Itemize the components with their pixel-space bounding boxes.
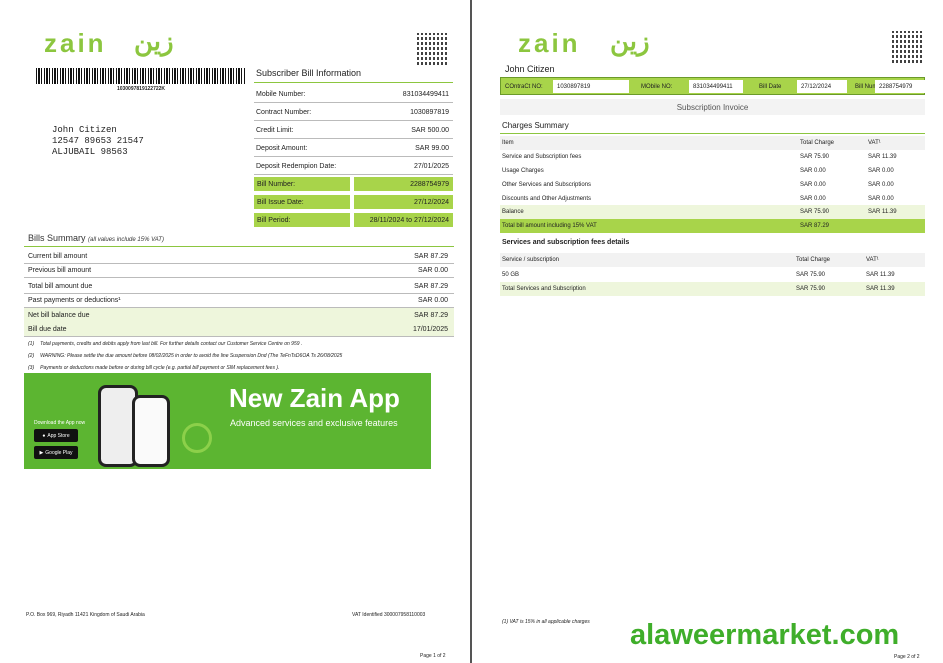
customer-address-line2: ALJUBAIL 98563 [52,147,128,157]
customer-address-line1: 12547 89653 21547 [52,136,144,146]
zain-logo-arabic: زين [610,26,650,56]
summary-value: SAR 0.00 [418,296,448,304]
page-number: Page 1 of 2 [420,653,446,659]
row-value: 27/01/2025 [413,162,449,170]
charges-summary-title: Charges Summary [502,121,569,130]
customer-address: John Citizen 12547 89653 21547 ALJUBAIL … [52,125,144,158]
summary-value: SAR 0.00 [418,266,448,274]
subscriber-info-row: Contract Number: 1030897819 [256,105,449,119]
bill-number-value: 2288754979 [875,80,925,93]
summary-label: Net bill balance due [28,311,90,319]
row-label: Deposit Amount: [256,144,308,152]
zain-logo-arabic: زين [134,26,174,56]
play-icon: ▶ [39,449,44,456]
bill-info-value: 2288754979 [354,177,453,191]
charges-row: Usage Charges SAR 0.00 SAR 0.00 [502,168,894,174]
charges-row: Service and Subscription fees SAR 75.90 SA… [502,154,897,160]
download-label: Download the App now [34,420,86,426]
summary-value: 17/01/2025 [412,325,448,333]
row-value: 831034499411 [402,90,449,98]
bill-info-label: Bill Period: [254,213,350,227]
banner-title: New Zain App [229,383,400,413]
details-row: 50 GB SAR 75.90 SAR 11.39 [502,272,895,278]
footer-address: P.O. Box 969, Riyadh 11421 Kingdom of Sa… [26,612,145,618]
summary-row: Current bill amount SAR 87.29 [24,249,454,263]
summary-row: Bill due date 17/01/2025 [24,322,454,336]
customer-name: John Citizen [52,125,117,135]
phone-image-2 [132,395,170,467]
details-total-row: Total Services and Subscription SAR 75.90… [500,282,925,296]
bill-info-value: 28/11/2024 to 27/12/2024 [354,213,453,227]
row-value: SAR 500.00 [411,126,449,134]
summary-value: SAR 87.29 [414,311,448,319]
subscriber-info-row: Credit Limit: SAR 500.00 [256,123,449,137]
bills-summary-title: Bills Summary (all values include 15% VA… [28,233,164,243]
page-number: Page 2 of 2 [894,654,920,660]
total-row: Total bill amount including 15% VAT SAR 8… [500,219,925,233]
details-title: Services and subscription fees details [502,239,630,246]
gear-icon [182,423,212,453]
app-promo-banner[interactable]: Download the App now ● App Store ▶ Google … [24,373,431,469]
qr-code [417,33,449,65]
bill-page-1: zain زين 1030097819122722K John Citizen … [0,0,470,663]
summary-label: Previous bill amount [28,266,92,274]
summary-row: Total bill amount due SAR 87.29 [24,279,454,293]
summary-row: Previous bill amount SAR 0.00 [24,263,454,277]
row-label: Deposit Redempion Date: [256,162,337,170]
subscriber-info-title: Subscriber Bill Information [256,68,362,78]
balance-row: Balance SAR 75.90 SAR 11.39 [500,205,925,219]
row-label: Contract Number: [256,108,312,116]
qr-code [892,31,924,63]
details-header-row: Service / subscription Total Charge VAT¹ [500,253,925,267]
barcode [36,68,246,84]
barcode-number: 1030097819122722K [116,86,166,92]
summary-value: SAR 87.29 [414,252,448,260]
footnote: (2) WARNING: Please settle the due amount… [28,353,343,359]
charges-row: Discounts and Other Adjustments SAR 0.00 S… [502,196,894,202]
row-value: 1030897819 [410,108,449,116]
charges-header-row: Item Total Charge VAT¹ [500,136,925,150]
bill-page-2: zain زين John Citizen COntraCt NO: 10308… [472,0,943,663]
summary-row: Net bill balance due SAR 87.29 [24,308,454,322]
app-store-button[interactable]: ● App Store [34,429,78,442]
subscriber-info-row: Deposit Redempion Date: 27/01/2025 [256,159,449,173]
google-play-button[interactable]: ▶ Google Play [34,446,78,459]
banner-subtitle: Advanced services and exclusive features [230,418,398,428]
summary-label: Bill due date [28,325,67,333]
row-label: Mobile Number: [256,90,306,98]
summary-label: Total bill amount due [28,282,93,290]
bill-info-label: Bill Number: [254,177,350,191]
footnote: (3) Payments or deductions made before or… [28,365,280,371]
bill-info-label: Bill Issue Date: [254,195,350,209]
apple-icon: ● [42,432,46,439]
charges-row: Other Services and Subscriptions SAR 0.00… [502,182,894,188]
watermark-text: alaweermarket.com [630,619,900,651]
zain-logo: zain [518,28,581,58]
summary-label: Current bill amount [28,252,88,260]
vat-footnote: (1) VAT is 15% in all applicable charges [502,619,590,625]
subscriber-info-row: Deposit Amount: SAR 99.00 [256,141,449,155]
bill-info-value: 27/12/2024 [354,195,453,209]
row-label: Credit Limit: [256,126,294,134]
footer-vat: VAT Identified 300007958110003 [352,612,426,618]
footnote: (1) Total payments, credits and debits ap… [28,341,303,347]
summary-label: Past payments or deductions¹ [28,296,121,304]
subscriber-info-row: Mobile Number: 831034499411 [256,87,449,101]
summary-row: Past payments or deductions¹ SAR 0.00 [24,293,454,307]
customer-name: John Citizen [505,64,555,74]
summary-value: SAR 87.29 [414,282,448,290]
row-value: SAR 99.00 [415,144,449,152]
account-header-bar: COntraCt NO: 1030897819 MObile NO: 83103… [500,77,925,95]
invoice-title: Subscription Invoice [500,99,925,115]
zain-logo: zain [44,28,107,58]
